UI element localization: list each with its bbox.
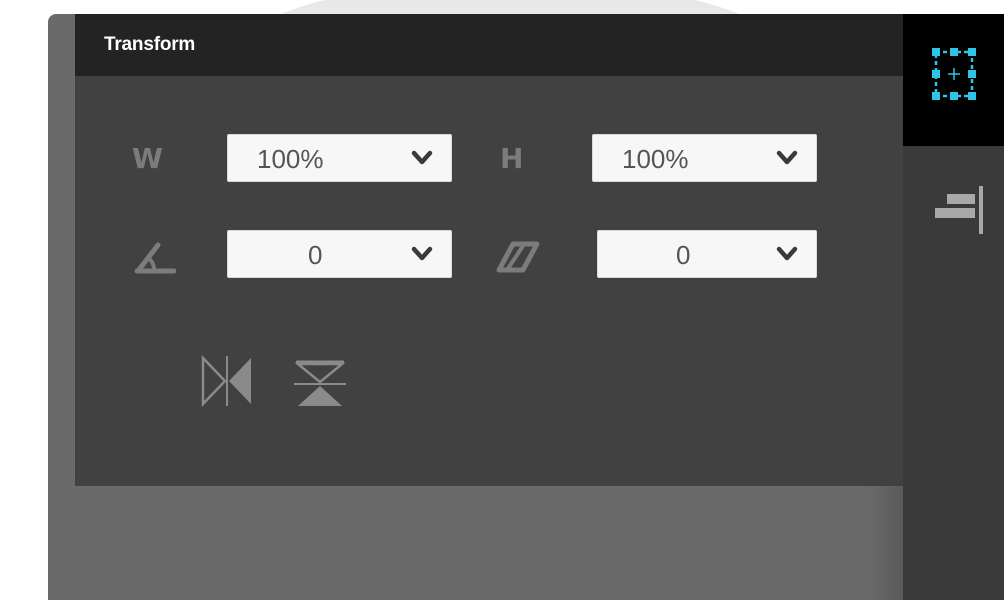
height-label: H (500, 142, 524, 175)
transform-window: Transform W 100% H 100% 0 0 (48, 14, 908, 600)
align-right-icon (935, 186, 983, 234)
chevron-down-icon (411, 150, 433, 165)
flip-vertical-icon[interactable] (290, 356, 350, 410)
chevron-down-icon (411, 246, 433, 261)
angle-icon (134, 242, 176, 274)
toolbar-item-transform[interactable] (903, 14, 1004, 146)
height-value: 100% (622, 144, 689, 174)
panel-title: Transform (104, 34, 196, 55)
width-dropdown[interactable]: 100% (227, 134, 452, 182)
toolbar-item-align[interactable] (903, 146, 1004, 266)
rotation-dropdown[interactable]: 0 (227, 230, 452, 278)
panel-header: Transform (75, 14, 908, 76)
right-toolbar (903, 14, 1004, 600)
skew-dropdown[interactable]: 0 (597, 230, 817, 278)
height-dropdown[interactable]: 100% (592, 134, 817, 182)
app-stage: Transform W 100% H 100% 0 0 (0, 0, 1004, 600)
rotation-value: 0 (308, 240, 323, 270)
chevron-down-icon (776, 246, 798, 261)
skew-parallelogram-icon (496, 241, 540, 273)
chevron-down-icon (776, 150, 798, 165)
width-label: W (132, 142, 163, 175)
transform-panel: Transform W 100% H 100% 0 0 (75, 14, 908, 486)
window-shadow (868, 484, 908, 600)
transform-selection-icon (932, 48, 976, 100)
width-value: 100% (257, 144, 324, 174)
flip-horizontal-icon[interactable] (199, 354, 259, 408)
skew-value: 0 (676, 240, 691, 270)
